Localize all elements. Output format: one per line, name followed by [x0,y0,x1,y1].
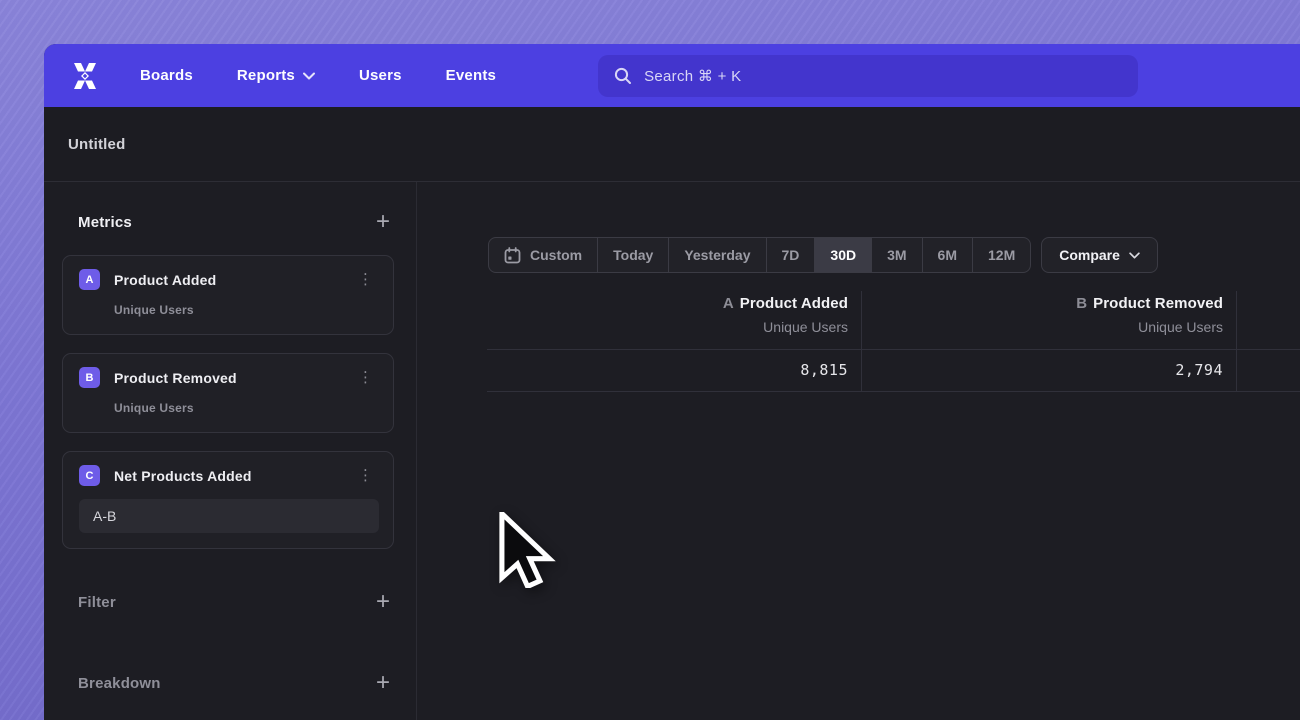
search-input[interactable]: Search ⌘ + K [598,55,1138,97]
content-area: Metrics + A Product Added ⋮ Unique Users… [44,181,1300,720]
top-navbar: Boards Reports Users Events Search ⌘ + K [44,44,1300,107]
date-range-label: Today [613,247,653,263]
metric-menu-button[interactable]: ⋮ [352,368,379,387]
app-window: Boards Reports Users Events Search ⌘ + K [44,44,1300,720]
date-range-picker: Custom Today Yesterday 7D 30D 3M 6M 12M [488,237,1031,273]
metric-badge: C [79,465,100,486]
nav-item-label: Reports [237,67,295,84]
nav-item-events[interactable]: Events [446,67,496,84]
metrics-section-header: Metrics + [62,212,394,232]
metric-value: 8,815 [800,361,848,379]
metric-card-a[interactable]: A Product Added ⋮ Unique Users [62,255,394,335]
date-range-label: 6M [938,247,957,263]
date-range-30d[interactable]: 30D [815,238,872,272]
metric-menu-button[interactable]: ⋮ [352,270,379,289]
metric-measurement[interactable]: Unique Users [114,401,379,415]
date-range-12m[interactable]: 12M [973,238,1030,272]
value-cell-product-removed[interactable]: 2,794 [862,350,1237,391]
metric-badge: B [79,367,100,388]
metric-card-header: B Product Removed ⋮ [79,367,379,388]
nav-item-users[interactable]: Users [359,67,402,84]
search-placeholder: Search ⌘ + K [644,67,741,85]
document-title[interactable]: Untitled [68,136,125,153]
add-breakdown-button[interactable]: + [376,673,390,693]
date-range-3m[interactable]: 3M [872,238,922,272]
date-range-custom[interactable]: Custom [489,238,598,272]
date-range-label: Yesterday [684,247,750,263]
date-range-label: 30D [830,247,856,263]
value-cell-product-added[interactable]: 8,815 [487,350,862,391]
nav-menu: Boards Reports Users Events [140,67,496,84]
date-range-label: 12M [988,247,1015,263]
date-range-yesterday[interactable]: Yesterday [669,238,766,272]
breakdown-section-header: Breakdown + [62,673,394,693]
column-badge: B [1076,295,1087,312]
query-sidebar: Metrics + A Product Added ⋮ Unique Users… [44,182,417,720]
column-title: Product Added [740,295,848,312]
filter-section-header: Filter + [62,592,394,612]
mixpanel-logo-icon[interactable] [68,61,106,91]
chevron-down-icon [303,72,315,80]
date-range-6m[interactable]: 6M [923,238,973,272]
search-icon [614,67,632,85]
formula-input[interactable]: A-B [79,499,379,533]
metric-value: 2,794 [1175,361,1223,379]
date-range-label: 3M [887,247,906,263]
metric-badge: A [79,269,100,290]
table-header-product-removed[interactable]: B Product Removed Unique Users [862,291,1237,349]
compare-button[interactable]: Compare [1041,237,1158,273]
calendar-icon [504,247,521,264]
metric-name: Product Removed [114,370,352,386]
date-range-today[interactable]: Today [598,238,669,272]
metric-card-header: C Net Products Added ⋮ [79,465,379,486]
metric-card-b[interactable]: B Product Removed ⋮ Unique Users [62,353,394,433]
column-subtitle: Unique Users [487,319,848,335]
column-subtitle: Unique Users [862,319,1223,335]
metric-measurement[interactable]: Unique Users [114,303,379,317]
chevron-down-icon [1129,252,1140,259]
metrics-table: A Product Added Unique Users B Product Rem… [487,291,1300,392]
filter-label: Filter [78,594,116,611]
metric-card-header: A Product Added ⋮ [79,269,379,290]
document-header: Untitled [44,107,1300,181]
table-header-row: A Product Added Unique Users B Product Rem… [487,291,1300,350]
column-badge: A [723,295,734,312]
metrics-title: Metrics [78,214,132,231]
value-cell-overflow [1237,350,1300,391]
column-title: Product Removed [1093,295,1223,312]
results-panel: Custom Today Yesterday 7D 30D 3M 6M 12M … [417,182,1300,720]
breakdown-label: Breakdown [78,675,161,692]
add-filter-button[interactable]: + [376,592,390,612]
date-toolbar: Custom Today Yesterday 7D 30D 3M 6M 12M … [488,237,1158,273]
table-header-overflow [1237,291,1300,349]
metric-name: Net Products Added [114,468,352,484]
compare-label: Compare [1059,247,1120,263]
table-value-row: 8,815 2,794 [487,350,1300,392]
nav-item-label: Users [359,67,402,84]
table-header-product-added[interactable]: A Product Added Unique Users [487,291,862,349]
metric-name: Product Added [114,272,352,288]
date-range-label: Custom [530,247,582,263]
metric-card-c[interactable]: C Net Products Added ⋮ A-B [62,451,394,549]
add-metric-button[interactable]: + [376,212,390,232]
desktop: { "nav": { "items": [ { "label": "Boards… [0,0,1300,720]
nav-item-label: Events [446,67,496,84]
date-range-label: 7D [782,247,800,263]
nav-item-boards[interactable]: Boards [140,67,193,84]
nav-item-reports[interactable]: Reports [237,67,315,84]
metric-menu-button[interactable]: ⋮ [352,466,379,485]
nav-item-label: Boards [140,67,193,84]
date-range-7d[interactable]: 7D [767,238,816,272]
